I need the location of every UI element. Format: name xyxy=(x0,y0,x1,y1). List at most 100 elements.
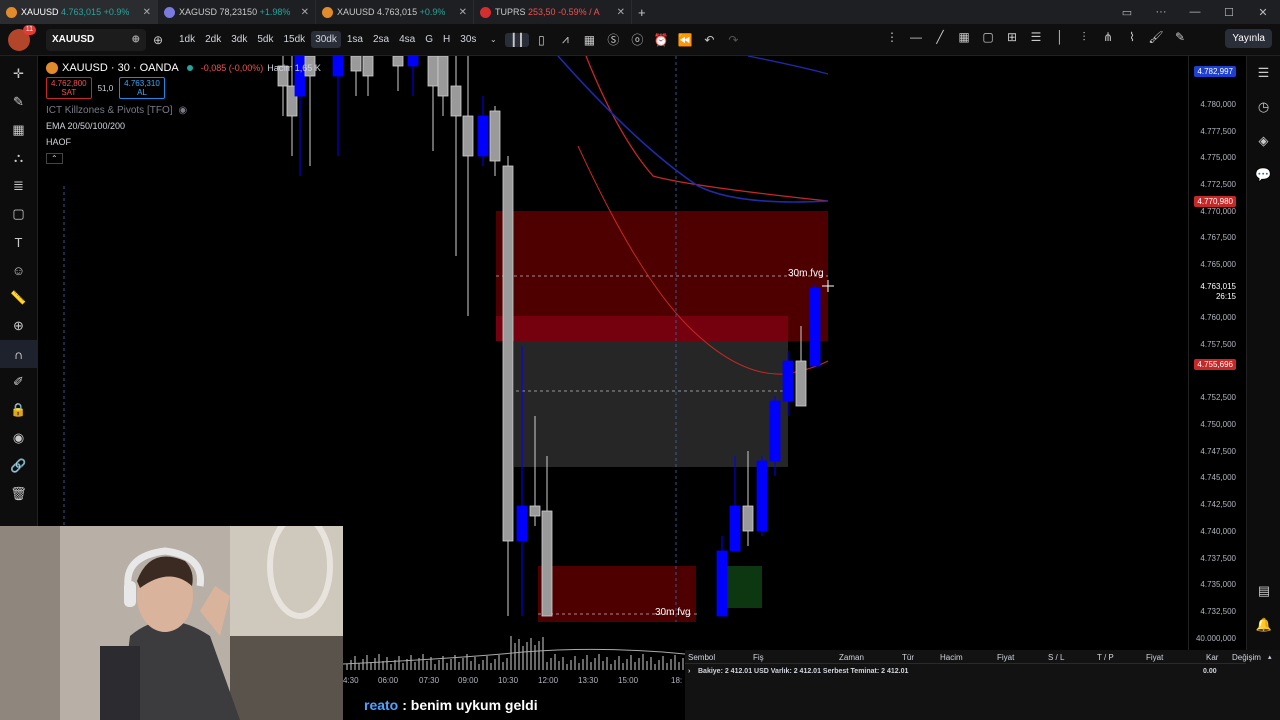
interval-3dk[interactable]: 3dk xyxy=(227,31,251,48)
path-icon[interactable]: ⌇ xyxy=(1120,30,1144,45)
drag-handle-icon[interactable]: ⋮ xyxy=(880,30,904,45)
col-symbol[interactable]: Sembol xyxy=(688,653,715,662)
magnet-icon[interactable]: ∩ xyxy=(0,340,37,368)
browser-tab-3[interactable]: XAUUSD 4.763,015 +0.9% ✕ xyxy=(316,0,474,24)
crosshair-icon[interactable]: ✛ xyxy=(0,60,37,88)
indicator-ema[interactable]: EMA 20/50/100/200 xyxy=(46,118,321,134)
symbol-search[interactable]: XAUUSD ⊕ xyxy=(46,28,146,51)
layout-icon[interactable]: ▦ xyxy=(577,33,601,47)
chart-type-icon[interactable]: ▯ xyxy=(529,33,553,47)
interval-2dk[interactable]: 2dk xyxy=(201,31,225,48)
parallel-channel-icon[interactable]: ⫶ xyxy=(1072,30,1096,45)
interval-30s[interactable]: 30s xyxy=(456,31,480,48)
trash-icon[interactable]: 🗑 xyxy=(0,480,37,508)
interval-1dk[interactable]: 1dk xyxy=(175,31,199,48)
maximize-button[interactable]: ☐ xyxy=(1212,6,1246,19)
pencil-icon[interactable]: ✎ xyxy=(0,88,37,116)
col-price[interactable]: Fiyat xyxy=(997,653,1014,662)
clock-icon[interactable]: ◷ xyxy=(1247,90,1280,124)
col-tp[interactable]: T / P xyxy=(1097,653,1114,662)
text-tool-icon[interactable]: T xyxy=(0,228,37,256)
bell-icon[interactable]: 🔔 xyxy=(1247,608,1280,642)
alert-icon[interactable]: ⏰ xyxy=(649,33,673,47)
highlighter-icon[interactable]: ✎ xyxy=(1168,30,1192,45)
candles-icon[interactable]: ┃┃ xyxy=(505,32,530,47)
chevron-up-icon[interactable]: ⌃ xyxy=(46,152,63,164)
browser-tab-2[interactable]: XAGUSD 78,23150 +1.98% ✕ xyxy=(158,0,316,24)
col-time[interactable]: Zaman xyxy=(839,653,864,662)
sidebar-icon[interactable]: ▭ xyxy=(1110,6,1144,19)
grid-icon[interactable]: ▦ xyxy=(952,30,976,45)
eye-icon[interactable]: ◉ xyxy=(179,105,188,116)
avatar[interactable]: 11 xyxy=(8,24,36,51)
interval-4sa[interactable]: 4sa xyxy=(395,31,419,48)
col-profit[interactable]: Kar xyxy=(1206,653,1218,662)
close-icon[interactable]: ✕ xyxy=(453,7,467,18)
o-icon[interactable]: ⓞ xyxy=(625,31,649,48)
redo-icon[interactable]: ↷ xyxy=(721,33,745,47)
horizontal-line-icon[interactable]: — xyxy=(904,30,928,45)
s-icon[interactable]: Ⓢ xyxy=(601,31,625,48)
col-volume[interactable]: Hacim xyxy=(940,653,963,662)
volume-pane[interactable] xyxy=(343,624,685,670)
rectangle-icon[interactable]: ▢ xyxy=(976,30,1000,45)
interval-G[interactable]: G xyxy=(421,31,437,48)
price-axis[interactable]: 4.782,997 4.780,000 4.777,500 4.775,000 … xyxy=(1188,56,1246,666)
lines-icon[interactable]: ☰ xyxy=(1024,30,1048,45)
link-icon[interactable]: 🔗 xyxy=(0,452,37,480)
collapse-legend-button[interactable]: ⌃ xyxy=(46,150,321,166)
chevron-up-icon[interactable]: ▴ xyxy=(1268,653,1272,661)
chevron-down-icon[interactable]: ⌄ xyxy=(481,35,505,44)
interval-15dk[interactable]: 15dk xyxy=(280,31,310,48)
minimize-button[interactable]: — xyxy=(1178,6,1212,18)
trend-line-icon[interactable]: ╱ xyxy=(928,30,952,45)
buy-button[interactable]: 4.763,310 AL xyxy=(119,77,165,99)
watchlist-icon[interactable]: ☰ xyxy=(1247,56,1280,90)
interval-H[interactable]: H xyxy=(439,31,454,48)
grid-tool-icon[interactable]: ▦ xyxy=(0,116,37,144)
vertical-line-icon[interactable]: │ xyxy=(1048,30,1072,45)
eye-icon[interactable]: ◉ xyxy=(0,424,37,452)
close-window-button[interactable]: ✕ xyxy=(1246,6,1280,19)
add-symbol-icon[interactable]: ⊕ xyxy=(146,33,170,47)
interval-1sa[interactable]: 1sa xyxy=(343,31,367,48)
undo-icon[interactable]: ↶ xyxy=(697,33,721,47)
layers-icon[interactable]: ◈ xyxy=(1247,124,1280,158)
col-sl[interactable]: S / L xyxy=(1048,653,1064,662)
chat-icon[interactable]: 💬 xyxy=(1247,158,1280,192)
browser-tab-4[interactable]: TUPRS 253,50 -0.59% / A ✕ xyxy=(474,0,632,24)
pitchfork-icon[interactable]: ⋔ xyxy=(1096,30,1120,45)
close-icon[interactable]: ✕ xyxy=(611,7,625,18)
publish-button[interactable]: Yayınla xyxy=(1225,29,1272,48)
close-icon[interactable]: ✕ xyxy=(137,7,151,18)
more-icon[interactable]: ··· xyxy=(1144,6,1178,18)
col-change[interactable]: Değişim xyxy=(1232,653,1261,662)
col-type[interactable]: Tür xyxy=(902,653,914,662)
calendar-icon[interactable]: ▤ xyxy=(1247,574,1280,608)
browser-tab-1[interactable]: XAUUSD 4.763,015 +0.9% ✕ xyxy=(0,0,158,24)
time-axis[interactable]: 4:30 06:00 07:30 09:00 10:30 12:00 13:30… xyxy=(343,672,685,690)
lock-drawing-icon[interactable]: ✐ xyxy=(0,368,37,396)
zoom-icon[interactable]: ⊕ xyxy=(0,312,37,340)
indicator-killzones[interactable]: ICT Killzones & Pivots [TFO] ◉ xyxy=(46,102,321,118)
indicator-haof[interactable]: HAOF xyxy=(46,134,321,150)
new-tab-button[interactable]: + xyxy=(632,0,652,24)
pattern-icon[interactable]: ⛬ xyxy=(0,144,37,172)
col-current-price[interactable]: Fiyat xyxy=(1146,653,1163,662)
ruler-icon[interactable]: 📏 xyxy=(0,284,37,312)
indicators-icon[interactable]: ⩘ xyxy=(553,32,577,47)
rectangle-tool-icon[interactable]: ▢ xyxy=(0,200,37,228)
sell-button[interactable]: 4.762,800 SAT xyxy=(46,77,92,99)
close-icon[interactable]: ✕ xyxy=(295,7,309,18)
legend-symbol[interactable]: XAUUSD · 30 · OANDA xyxy=(62,62,179,74)
expand-icon[interactable]: › xyxy=(688,668,690,675)
compare-icon[interactable]: ⊕ xyxy=(132,34,140,45)
interval-30dk[interactable]: 30dk xyxy=(311,31,341,48)
fib-tool-icon[interactable]: ≣ xyxy=(0,172,37,200)
col-ticket[interactable]: Fiş xyxy=(753,653,764,662)
interval-5dk[interactable]: 5dk xyxy=(253,31,277,48)
interval-2sa[interactable]: 2sa xyxy=(369,31,393,48)
brush-icon[interactable]: 🖌 xyxy=(1144,30,1168,45)
replay-icon[interactable]: ⏪ xyxy=(673,33,697,47)
emoji-icon[interactable]: ☺ xyxy=(0,256,37,284)
